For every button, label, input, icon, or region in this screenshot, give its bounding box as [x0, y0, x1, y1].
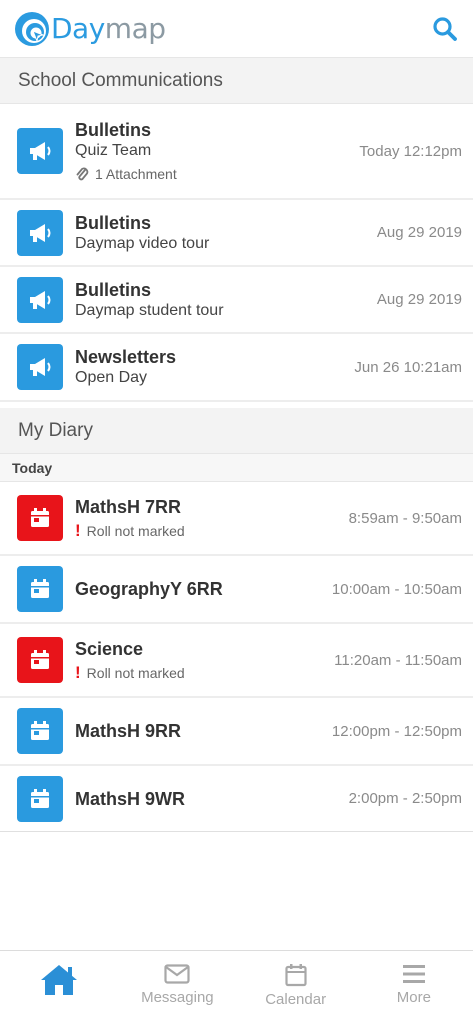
diary-list: MathsH 7RR ! Roll not marked 8:59am - 9:… [0, 482, 473, 832]
communication-item[interactable]: Newsletters Open Day Jun 26 10:21am [0, 334, 473, 402]
diary-class-title: GeographyY 6RR [75, 579, 223, 599]
diary-class-title: MathsH 7RR [75, 496, 182, 517]
calendar-icon [17, 495, 63, 541]
diary-time: 11:20am - 11:50am [334, 651, 462, 669]
calendar-icon [17, 637, 63, 683]
communication-title: Bulletins [75, 212, 152, 233]
logo-text: Daymap [51, 12, 166, 45]
diary-item[interactable]: Science ! Roll not marked 11:20am - 11:5… [0, 624, 473, 698]
communication-time: Today 12:12pm [359, 142, 462, 160]
diary-time: 12:00pm - 12:50pm [331, 722, 462, 740]
communication-time: Aug 29 2019 [376, 291, 462, 308]
communication-time: Jun 26 10:21am [354, 358, 462, 376]
diary-class-title: MathsH 9RR [75, 721, 182, 741]
exclamation-icon: ! [75, 520, 81, 540]
communication-subtitle: Quiz Team [75, 141, 152, 159]
communication-body: Bulletins Daymap video tour [75, 212, 377, 254]
communication-subtitle: Open Day [75, 369, 148, 386]
diary-body: MathsH 9RR [75, 720, 332, 742]
communication-item[interactable]: Bulletins Daymap video tour Aug 29 2019 [0, 200, 473, 267]
roll-warning: ! Roll not marked [75, 663, 334, 683]
communication-time: Aug 29 2019 [376, 224, 462, 241]
diary-date-group: Today [0, 454, 473, 482]
communication-title: Newsletters [75, 347, 177, 367]
exclamation-icon: ! [75, 662, 81, 682]
menu-icon [402, 965, 425, 983]
calendar-icon [17, 566, 63, 612]
communication-subtitle: Daymap student tour [75, 301, 224, 319]
section-title-communications: School Communications [0, 58, 473, 104]
megaphone-icon [17, 128, 63, 174]
diary-time: 2:00pm - 2:50pm [348, 790, 462, 807]
diary-body: MathsH 9WR [75, 788, 349, 810]
communication-body: Newsletters Open Day [75, 346, 354, 388]
tab-calendar[interactable]: Calendar [237, 951, 355, 1024]
roll-warning: ! Roll not marked [75, 521, 349, 541]
home-icon [41, 965, 78, 995]
communication-item[interactable]: Bulletins Quiz Team 1 Attachment Today 1… [0, 104, 473, 200]
bottom-tab-bar: Messaging Calendar More [0, 950, 473, 1024]
tab-home[interactable] [0, 951, 118, 1024]
roll-warning-text: Roll not marked [86, 522, 185, 539]
diary-item[interactable]: GeographyY 6RR 10:00am - 10:50am [0, 556, 473, 624]
megaphone-icon [17, 209, 63, 256]
tab-more[interactable]: More [355, 951, 473, 1024]
envelope-icon [164, 964, 190, 984]
search-icon [433, 16, 457, 41]
tab-messaging-label: Messaging [141, 989, 214, 1006]
megaphone-icon [17, 344, 63, 390]
attachment-count: 1 Attachment [95, 165, 177, 182]
section-title-diary: My Diary [0, 408, 473, 454]
communication-subtitle: Daymap video tour [75, 234, 210, 252]
diary-item[interactable]: MathsH 7RR ! Roll not marked 8:59am - 9:… [0, 482, 473, 556]
diary-time: 10:00am - 10:50am [331, 580, 462, 598]
tab-messaging[interactable]: Messaging [118, 951, 236, 1024]
communication-item[interactable]: Bulletins Daymap student tour Aug 29 201… [0, 267, 473, 334]
communications-list: Bulletins Quiz Team 1 Attachment Today 1… [0, 104, 473, 402]
diary-class-title: MathsH 9WR [75, 788, 186, 809]
search-button[interactable] [427, 11, 463, 47]
diary-class-title: Science [75, 638, 144, 659]
diary-body: MathsH 7RR ! Roll not marked [75, 496, 349, 541]
app-header: Daymap [0, 0, 473, 58]
communication-body: Bulletins Quiz Team 1 Attachment [75, 119, 359, 184]
roll-warning-text: Roll not marked [86, 664, 185, 681]
megaphone-icon [17, 276, 63, 323]
paperclip-icon [76, 167, 89, 180]
daymap-logo: Daymap [14, 11, 166, 47]
tab-calendar-label: Calendar [265, 991, 327, 1008]
communication-body: Bulletins Daymap student tour [75, 279, 377, 321]
diary-time: 8:59am - 9:50am [348, 509, 462, 527]
calendar-icon [17, 775, 63, 822]
diary-item[interactable]: MathsH 9RR 12:00pm - 12:50pm [0, 698, 473, 766]
daymap-logo-icon [15, 11, 49, 46]
communication-title: Bulletins [75, 279, 152, 300]
diary-item[interactable]: MathsH 9WR 2:00pm - 2:50pm [0, 766, 473, 832]
attachment-info: 1 Attachment [75, 164, 359, 184]
communication-title: Bulletins [75, 119, 152, 140]
diary-body: Science ! Roll not marked [75, 638, 334, 683]
calendar-tab-icon [285, 964, 307, 987]
calendar-icon [17, 708, 63, 754]
tab-more-label: More [396, 989, 431, 1006]
diary-body: GeographyY 6RR [75, 578, 332, 600]
